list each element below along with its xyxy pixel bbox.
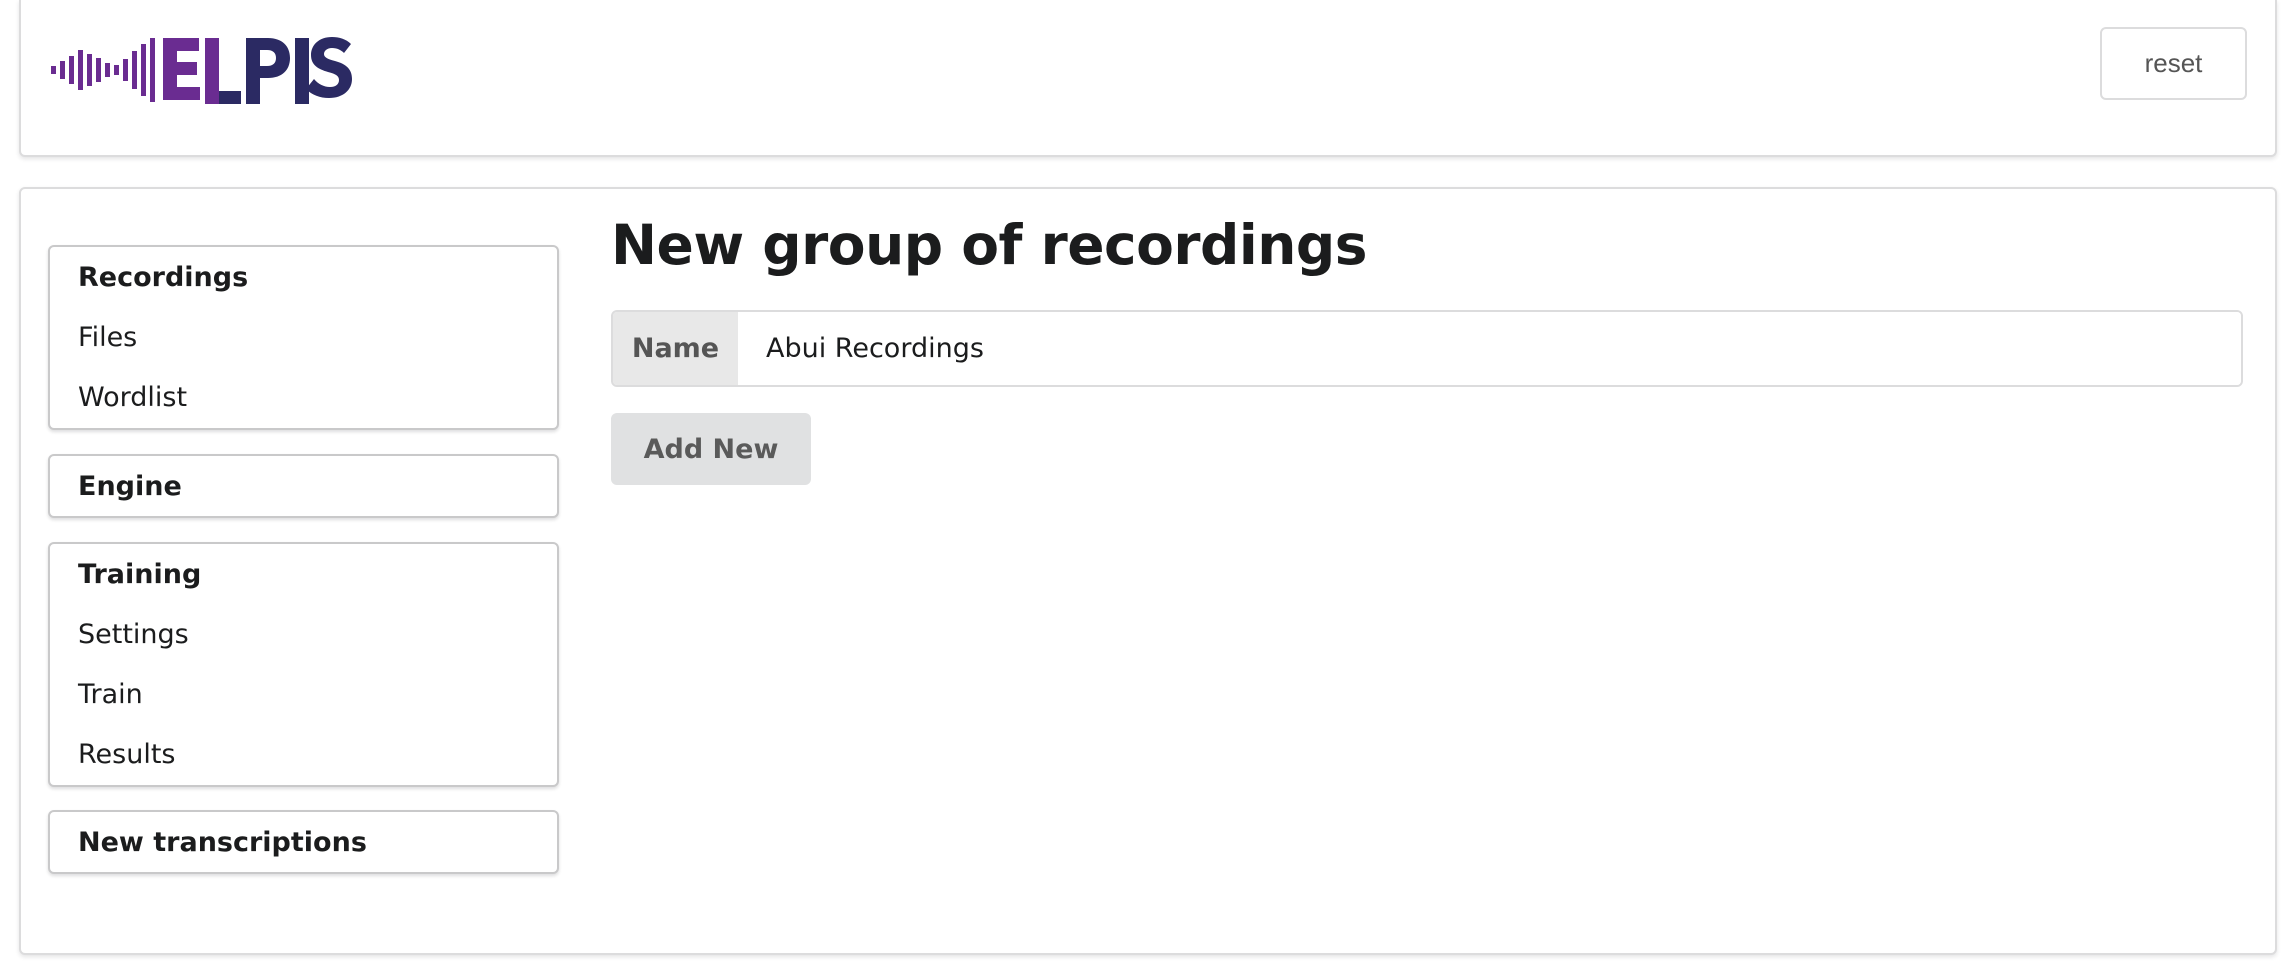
page-title: New group of recordings	[611, 213, 1368, 277]
nav-header-engine[interactable]: Engine	[50, 456, 557, 516]
nav-header-new-transcriptions[interactable]: New transcriptions	[50, 812, 557, 872]
nav-item-files[interactable]: Files	[50, 307, 557, 367]
nav-header-training[interactable]: Training	[50, 544, 557, 604]
main-panel: Recordings Files Wordlist Engine Trainin…	[19, 187, 2277, 955]
nav-group-training: Training Settings Train Results	[48, 542, 559, 787]
nav-item-train[interactable]: Train	[50, 664, 557, 724]
nav-item-settings[interactable]: Settings	[50, 604, 557, 664]
name-label: Name	[613, 312, 738, 385]
nav-header-recordings[interactable]: Recordings	[50, 247, 557, 307]
add-new-button[interactable]: Add New	[611, 413, 811, 485]
elpis-logo	[51, 37, 352, 104]
nav-item-wordlist[interactable]: Wordlist	[50, 367, 557, 427]
nav-group-recordings: Recordings Files Wordlist	[48, 245, 559, 430]
nav-item-results[interactable]: Results	[50, 724, 557, 784]
name-input[interactable]	[738, 312, 2241, 385]
app-header: reset	[19, 0, 2277, 157]
nav-group-new-transcriptions: New transcriptions	[48, 810, 559, 874]
nav-group-engine: Engine	[48, 454, 559, 518]
reset-button[interactable]: reset	[2100, 27, 2247, 100]
name-field: Name	[611, 310, 2243, 387]
